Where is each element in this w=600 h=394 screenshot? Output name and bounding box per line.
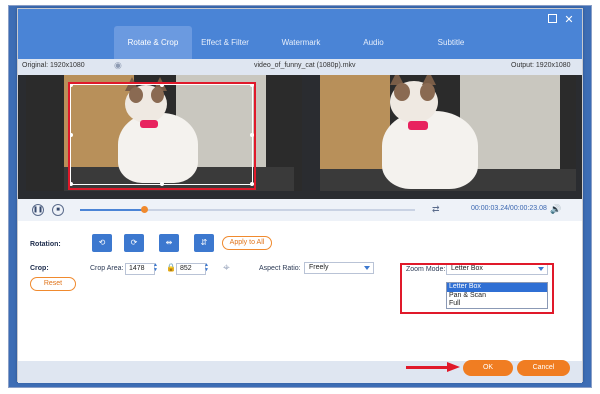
reset-button[interactable]: Reset: [30, 277, 76, 291]
tab-subtitle[interactable]: Subtitle: [426, 26, 476, 59]
cancel-button[interactable]: Cancel: [517, 360, 570, 376]
annotation-arrow: [406, 366, 450, 369]
crop-width-field[interactable]: 1478: [125, 263, 155, 275]
ok-button[interactable]: OK: [463, 360, 513, 376]
aspect-ratio-select[interactable]: Freely: [304, 262, 374, 274]
output-resolution: Output: 1920x1080: [511, 62, 571, 69]
volume-icon[interactable]: 🔊: [550, 204, 561, 214]
crop-area-label: Crop Area:: [90, 265, 124, 272]
tab-effect-filter[interactable]: Effect & Filter: [196, 26, 254, 59]
info-bar: Original: 1920x1080 ◉ video_of_funny_cat…: [18, 59, 582, 75]
flip-horizontal-icon: ⇹: [165, 238, 173, 247]
flip-horizontal-button[interactable]: ⇹: [159, 234, 179, 252]
original-preview: [26, 75, 302, 191]
height-stepper[interactable]: ▲ ▼: [204, 263, 209, 273]
stop-button[interactable]: ■: [52, 204, 64, 216]
aspect-ratio-value: Freely: [309, 264, 329, 271]
width-stepper[interactable]: ▲ ▼: [153, 263, 158, 273]
crop-height-field[interactable]: 852: [176, 263, 206, 275]
output-preview: [320, 75, 576, 191]
annotation-highlight: [68, 82, 256, 190]
lock-icon[interactable]: 🔒: [166, 263, 176, 272]
apply-to-all-button[interactable]: Apply to All: [222, 236, 272, 250]
progress-fill: [80, 209, 144, 211]
aspect-ratio-label: Aspect Ratio:: [259, 265, 301, 272]
center-crop-icon[interactable]: ⌖: [223, 260, 230, 275]
rotate-left-icon: ⟲: [98, 238, 106, 247]
maximize-icon: [547, 14, 557, 23]
rotate-right-icon: ⟳: [130, 238, 138, 247]
edit-window: Rotate & Crop Effect & Filter Watermark …: [17, 8, 583, 383]
crop-label: Crop:: [30, 265, 49, 272]
preview-area: [18, 75, 582, 199]
tab-watermark[interactable]: Watermark: [271, 26, 331, 59]
annotation-arrow-head: [447, 362, 460, 372]
pause-button[interactable]: ❚❚: [32, 204, 44, 216]
chevron-down-icon: [364, 266, 370, 270]
pause-icon: ❚❚: [33, 207, 44, 213]
rotation-label: Rotation:: [30, 241, 61, 248]
file-name: video_of_funny_cat (1080p).mkv: [254, 62, 356, 69]
timecode: 00:00:03.24/00:00:23.08: [471, 205, 547, 212]
title-bar: Rotate & Crop Effect & Filter Watermark …: [18, 9, 582, 59]
stop-icon: ■: [56, 207, 60, 213]
tab-rotate-crop[interactable]: Rotate & Crop: [114, 26, 192, 59]
loop-icon[interactable]: ⇄: [432, 204, 440, 215]
maximize-button[interactable]: [545, 13, 559, 27]
rotate-left-button[interactable]: ⟲: [92, 234, 112, 252]
eye-icon[interactable]: ◉: [114, 60, 122, 71]
flip-vertical-icon: ⇵: [200, 238, 208, 247]
flip-vertical-button[interactable]: ⇵: [194, 234, 214, 252]
original-resolution: Original: 1920x1080: [22, 62, 85, 69]
close-icon: ✕: [564, 14, 574, 26]
close-button[interactable]: ✕: [562, 13, 576, 27]
rotate-right-button[interactable]: ⟳: [124, 234, 144, 252]
progress-knob[interactable]: [140, 206, 148, 213]
tab-audio[interactable]: Audio: [351, 26, 396, 59]
progress-track[interactable]: [80, 209, 415, 211]
playback-bar: ❚❚ ■ ⇄ 00:00:03.24/00:00:23.08 🔊: [18, 199, 582, 221]
annotation-highlight: [400, 263, 554, 314]
